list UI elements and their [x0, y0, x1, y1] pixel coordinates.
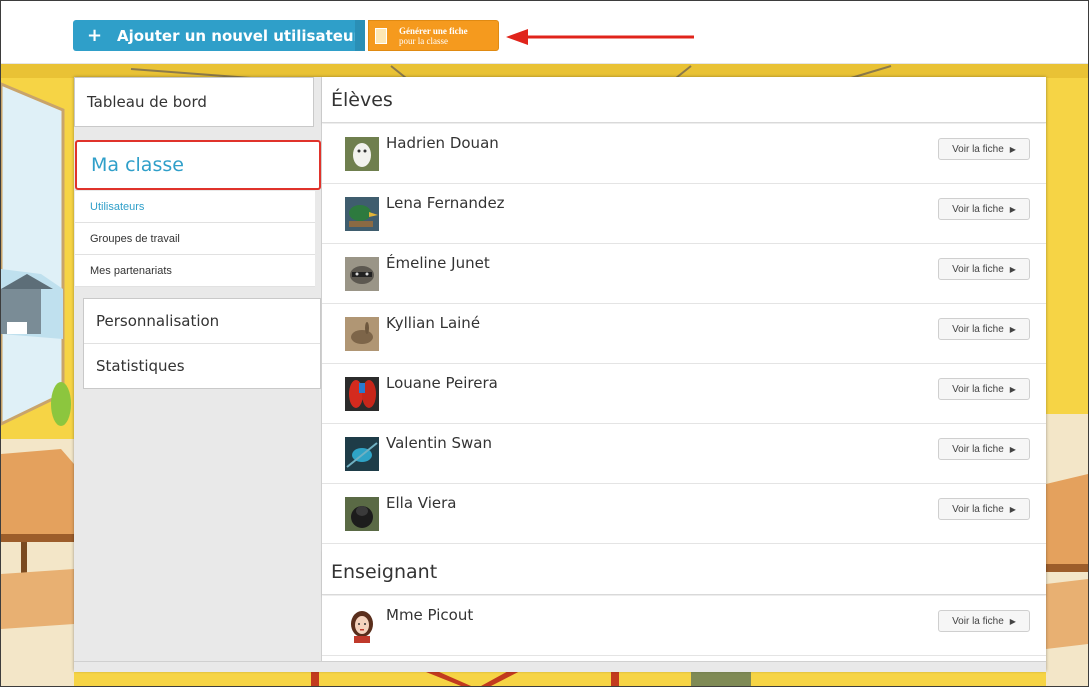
student-name: Valentin Swan [386, 434, 493, 452]
student-name: Louane Peirera [386, 374, 498, 392]
view-card-label: Voir la fiche [952, 143, 1004, 155]
play-triangle-icon: ▶ [1009, 616, 1016, 626]
play-triangle-icon: ▶ [1009, 504, 1016, 514]
woman-avatar-icon [345, 609, 379, 643]
sidebar: Tableau de bord Ma classe Utilisateurs G… [74, 77, 322, 671]
view-card-button[interactable]: Voir la fiche ▶ [938, 610, 1030, 632]
add-user-dropdown-caret[interactable] [355, 20, 365, 51]
view-card-label: Voir la fiche [952, 263, 1004, 275]
student-row: Émeline Junet Voir la fiche ▶ [322, 244, 1046, 304]
teachers-heading: Enseignant [322, 549, 1046, 595]
play-triangle-icon: ▶ [1009, 144, 1016, 154]
students-heading: Élèves [322, 77, 1046, 123]
gorilla-icon [345, 497, 379, 531]
red-arrow-annotation [506, 29, 694, 45]
sidebar-item-dashboard[interactable]: Tableau de bord [74, 77, 314, 127]
content-panel: Tableau de bord Ma classe Utilisateurs G… [74, 77, 1046, 672]
generate-class-card-button[interactable]: Générer une fiche pour la classe [368, 20, 499, 51]
panel-footer [74, 661, 1046, 672]
user-list: Élèves Hadrien Douan Voir la fiche ▶ Lena… [322, 77, 1046, 671]
view-card-label: Voir la fiche [952, 443, 1004, 455]
sidebar-item-ma-classe[interactable]: Ma classe [75, 140, 321, 190]
view-card-label: Voir la fiche [952, 203, 1004, 215]
plus-icon: + [87, 24, 103, 46]
kingfisher-icon [345, 437, 379, 471]
app-window: + Ajouter un nouvel utilisateur Générer … [0, 0, 1089, 687]
student-row: Louane Peirera Voir la fiche ▶ [322, 364, 1046, 424]
student-row: Hadrien Douan Voir la fiche ▶ [322, 124, 1046, 184]
student-name: Kyllian Lainé [386, 314, 481, 332]
generate-label-line1: Générer une fiche [399, 25, 468, 36]
view-card-button[interactable]: Voir la fiche ▶ [938, 498, 1030, 520]
student-name: Lena Fernandez [386, 194, 505, 212]
student-row: Valentin Swan Voir la fiche ▶ [322, 424, 1046, 484]
view-card-button[interactable]: Voir la fiche ▶ [938, 378, 1030, 400]
view-card-button[interactable]: Voir la fiche ▶ [938, 198, 1030, 220]
view-card-button[interactable]: Voir la fiche ▶ [938, 258, 1030, 280]
play-triangle-icon: ▶ [1009, 264, 1016, 274]
teacher-name: Mme Picout [386, 606, 474, 624]
sidebar-subitem-partenariats[interactable]: Mes partenariats [75, 255, 315, 287]
top-toolbar: + Ajouter un nouvel utilisateur Générer … [1, 1, 1088, 64]
document-icon [375, 27, 387, 44]
student-name: Émeline Junet [386, 254, 490, 272]
view-card-label: Voir la fiche [952, 503, 1004, 515]
sidebar-item-dashboard-label: Tableau de bord [87, 93, 207, 111]
snowy-owl-icon [345, 137, 379, 171]
hare-icon [345, 317, 379, 351]
generate-label-line2: pour la classe [399, 35, 448, 46]
view-card-label: Voir la fiche [952, 323, 1004, 335]
parrot-icon [345, 377, 379, 411]
sidebar-item-personnalisation[interactable]: Personnalisation [84, 299, 320, 344]
student-row: Kyllian Lainé Voir la fiche ▶ [322, 304, 1046, 364]
student-row: Lena Fernandez Voir la fiche ▶ [322, 184, 1046, 244]
view-card-label: Voir la fiche [952, 615, 1004, 627]
sidebar-subitem-groupes[interactable]: Groupes de travail [75, 223, 315, 255]
play-triangle-icon: ▶ [1009, 384, 1016, 394]
play-triangle-icon: ▶ [1009, 444, 1016, 454]
mallard-duck-icon [345, 197, 379, 231]
sidebar-subitem-utilisateurs[interactable]: Utilisateurs [75, 191, 315, 223]
sidebar-item-statistiques[interactable]: Statistiques [84, 344, 320, 388]
student-name: Ella Viera [386, 494, 457, 512]
view-card-button[interactable]: Voir la fiche ▶ [938, 138, 1030, 160]
view-card-label: Voir la fiche [952, 383, 1004, 395]
raccoon-icon [345, 257, 379, 291]
view-card-button[interactable]: Voir la fiche ▶ [938, 318, 1030, 340]
sidebar-lower-menu: Personnalisation Statistiques [83, 298, 321, 389]
play-triangle-icon: ▶ [1009, 204, 1016, 214]
teacher-row: Mme Picout Voir la fiche ▶ [322, 596, 1046, 656]
add-user-label: Ajouter un nouvel utilisateur [117, 26, 361, 45]
student-row: Ella Viera Voir la fiche ▶ [322, 484, 1046, 544]
add-user-button[interactable]: + Ajouter un nouvel utilisateur [73, 20, 365, 51]
play-triangle-icon: ▶ [1009, 324, 1016, 334]
view-card-button[interactable]: Voir la fiche ▶ [938, 438, 1030, 460]
student-name: Hadrien Douan [386, 134, 499, 152]
